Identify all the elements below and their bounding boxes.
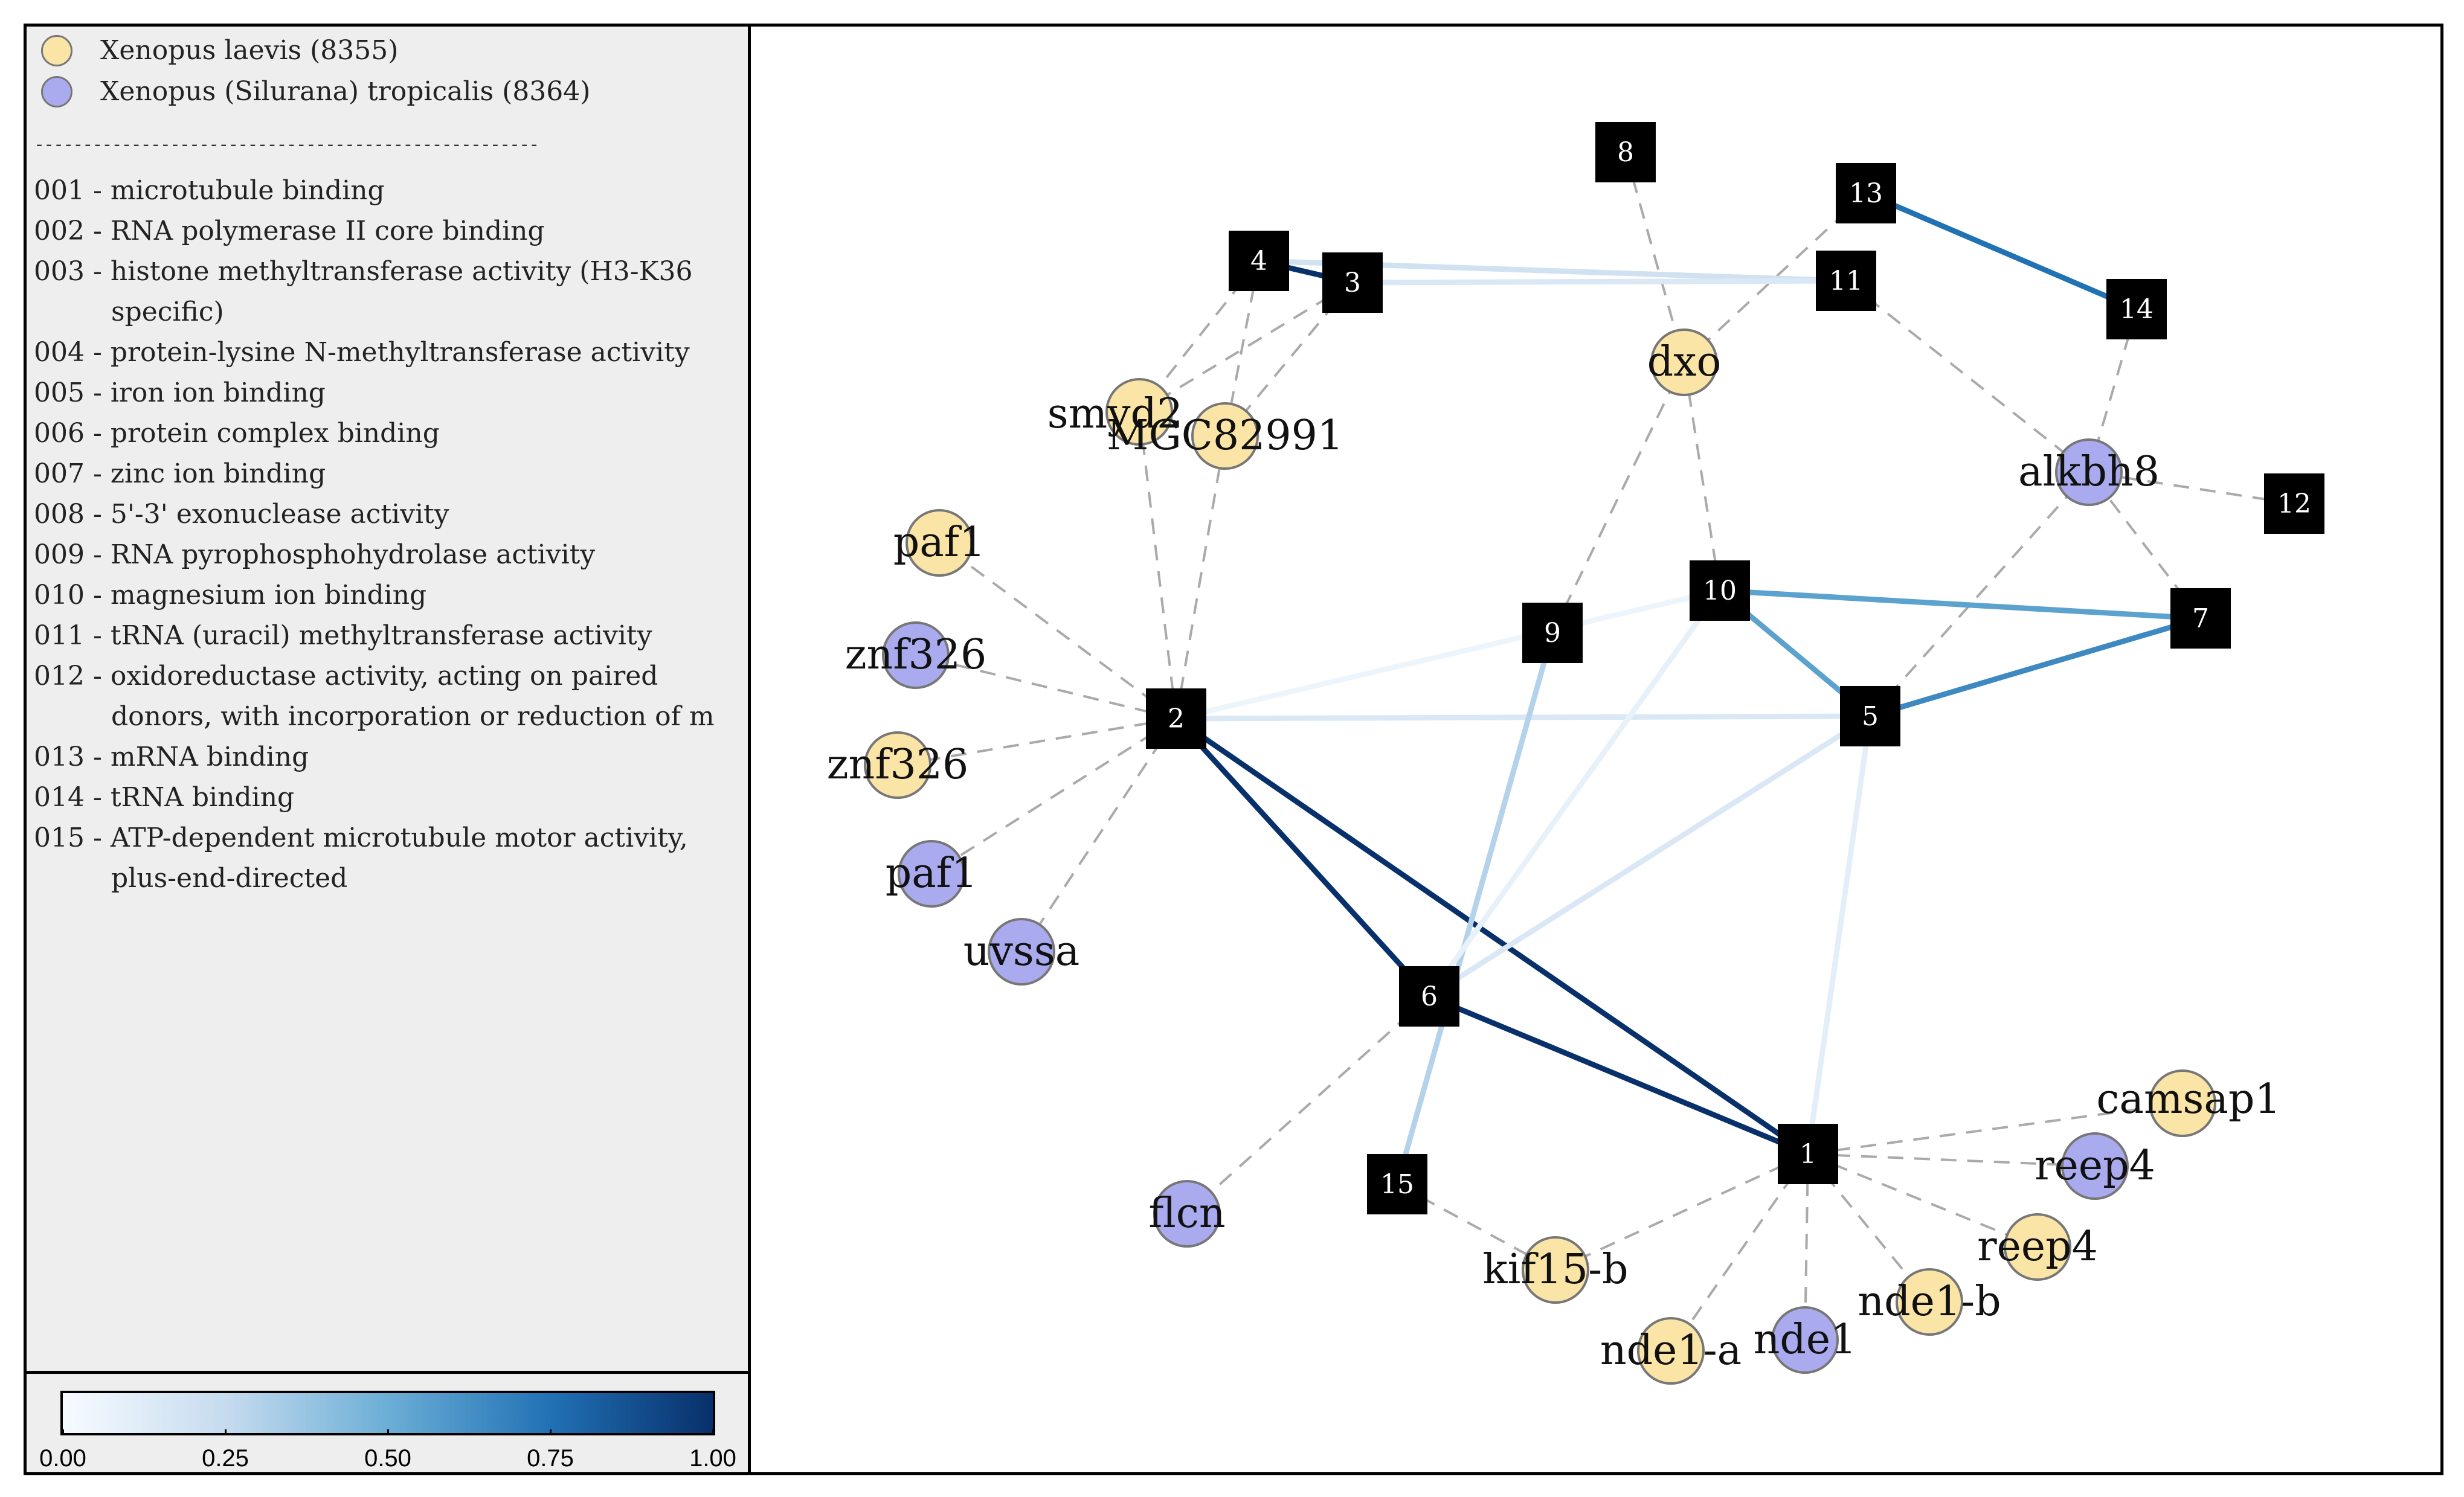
gene-label: reep4 xyxy=(2035,1142,2155,1190)
network-graph-panel: smyd2 MGC82991 dxo alkbh8 paf1 znf326 znf326 pa… xyxy=(748,24,2443,1475)
gene-label: paf1 xyxy=(886,850,978,897)
weighted-edge xyxy=(1173,716,1432,999)
colorbar-tick-label: 0.25 xyxy=(202,1445,249,1472)
colorbar-tickmark xyxy=(225,1429,227,1435)
go-term-13: 013 - mRNA binding xyxy=(34,742,309,772)
go-term-15-cont: plus-end-directed xyxy=(111,863,348,894)
species-label-tropicalis: Xenopus (Silurana) tropicalis (8364) xyxy=(100,76,591,107)
gene-label: znf326 xyxy=(845,631,987,679)
go-term-12-cont: donors, with incorporation or reduction … xyxy=(111,701,715,732)
go-term-15: 015 - ATP-dependent microtubule motor ac… xyxy=(34,822,688,853)
go-node-label: 3 xyxy=(1344,268,1361,298)
legend-panel: Xenopus laevis (8355) Xenopus (Silurana)… xyxy=(24,24,751,1374)
go-term-5: 005 - iron ion binding xyxy=(34,377,326,408)
network-graph: smyd2MGC82991dxoalkbh8paf1znf326znf326pa… xyxy=(827,122,2324,1385)
gene-label: camsap1 xyxy=(2096,1075,2280,1123)
go-node-label: 13 xyxy=(1849,178,1883,209)
gene-label: znf326 xyxy=(827,741,969,789)
go-node-label: 2 xyxy=(1168,704,1185,734)
colorbar-tick-label: 0.50 xyxy=(364,1445,411,1472)
go-node-label: 8 xyxy=(1617,137,1634,168)
weighted-edge xyxy=(1805,713,1873,1157)
go-node-label: 15 xyxy=(1380,1169,1414,1200)
colorbar-tickmark xyxy=(387,1429,389,1435)
weighted-edge xyxy=(1426,993,1811,1157)
weighted-edge xyxy=(1173,588,1723,722)
go-term-2: 002 - RNA polymerase II core binding xyxy=(34,216,545,246)
gene-label: kif15-b xyxy=(1482,1246,1628,1293)
weighted-edge xyxy=(1349,278,1849,286)
go-term-3: 003 - histone methyltransferase activity… xyxy=(34,256,693,287)
gene-label: flcn xyxy=(1148,1190,1225,1237)
go-term-14: 014 - tRNA binding xyxy=(34,782,295,813)
species-label-laevis: Xenopus laevis (8355) xyxy=(100,35,399,66)
colorbar-gradient xyxy=(60,1391,715,1435)
go-node-label: 7 xyxy=(2192,603,2209,634)
species-marker-laevis xyxy=(41,35,72,66)
weighted-edge xyxy=(1863,190,2140,312)
gene-label: uvssa xyxy=(963,928,1080,975)
go-term-4: 004 - protein-lysine N-methyltransferase… xyxy=(34,337,690,368)
gene-label: nde1 xyxy=(1754,1316,1857,1364)
go-term-1: 001 - microtubule binding xyxy=(34,175,385,206)
go-node-label: 4 xyxy=(1250,246,1267,277)
dashed-edge xyxy=(1845,280,2090,473)
colorbar-tick-label: 0.00 xyxy=(39,1445,86,1472)
colorbar-panel: 0.00 0.25 0.50 0.75 1.00 xyxy=(24,1371,751,1475)
gene-label: MGC82991 xyxy=(1107,412,1343,460)
gene-label: nde1-b xyxy=(1858,1278,2001,1326)
go-term-3-cont: specific) xyxy=(111,297,224,327)
species-marker-tropicalis xyxy=(41,76,72,107)
go-node-label: 9 xyxy=(1544,618,1561,649)
dashed-edge xyxy=(1020,717,1177,953)
go-term-10: 010 - magnesium ion binding xyxy=(34,580,427,611)
weighted-edge xyxy=(1173,716,1811,1157)
go-node-label: 11 xyxy=(1829,266,1863,297)
go-term-11: 011 - tRNA (uracil) methyltransferase ac… xyxy=(34,620,652,651)
legend-divider: ----------------------------------------… xyxy=(34,134,539,155)
gene-label: nde1-a xyxy=(1600,1327,1742,1374)
dashed-edge xyxy=(1869,471,2090,717)
gene-label: alkbh8 xyxy=(2018,448,2160,496)
go-node-label: 12 xyxy=(2277,489,2311,519)
dashed-edge xyxy=(1683,362,1721,591)
colorbar-tickmark xyxy=(712,1429,714,1435)
gene-label: dxo xyxy=(1647,338,1722,386)
go-term-6: 006 - protein complex binding xyxy=(34,418,440,449)
weighted-edge xyxy=(1173,713,1873,722)
gene-label: reep4 xyxy=(1977,1223,2098,1271)
colorbar-tick-label: 0.75 xyxy=(527,1445,574,1472)
weighted-edge xyxy=(1426,713,1873,999)
go-node-label: 5 xyxy=(1862,701,1879,732)
dashed-edge xyxy=(1551,362,1685,633)
go-term-7: 007 - zinc ion binding xyxy=(34,458,326,489)
colorbar-tick-label: 1.00 xyxy=(689,1445,736,1472)
go-term-12: 012 - oxidoreductase activity, acting on… xyxy=(34,661,658,691)
dashed-edge xyxy=(1175,435,1226,719)
go-node-label: 10 xyxy=(1703,575,1737,606)
weighted-edge xyxy=(1867,615,2204,719)
gene-label: paf1 xyxy=(893,519,986,566)
go-term-9: 009 - RNA pyrophosphohydrolase activity xyxy=(34,539,596,570)
go-node-label: 6 xyxy=(1421,981,1438,1012)
go-node-label: 14 xyxy=(2120,294,2154,325)
go-term-8: 008 - 5'-3' exonuclease activity xyxy=(34,499,449,530)
colorbar-tickmark xyxy=(550,1429,552,1435)
colorbar-tickmark xyxy=(62,1429,64,1435)
go-node-label: 1 xyxy=(1800,1139,1816,1170)
